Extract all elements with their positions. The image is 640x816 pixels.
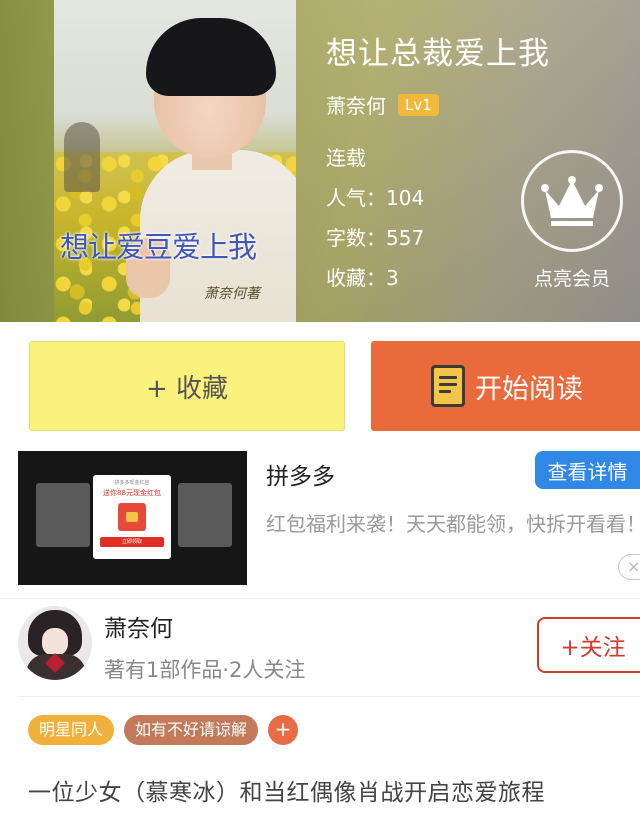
author-stats: 著有1部作品·2人关注 [104, 658, 306, 682]
vip-label: 点亮会员 [533, 268, 610, 290]
ad-thumb-popup-header: 拼多多现金红包 [114, 480, 150, 486]
ad-title[interactable]: 拼多多 [266, 457, 335, 491]
add-tag-button[interactable]: + [268, 715, 299, 745]
level-badge: Lv1 [398, 93, 439, 116]
vip-circle [521, 150, 623, 252]
favorites-text: 收藏：3 [326, 266, 399, 290]
author-link[interactable]: 萧奈何 [326, 90, 386, 119]
ad-thumb-popup: 拼多多现金红包 送你88元现金红包 立即领取 [93, 475, 171, 559]
collect-button[interactable]: + 收藏 [29, 341, 345, 431]
cover-figure-hair [146, 18, 276, 96]
vip-button[interactable]: 点亮会员 [519, 150, 625, 291]
cover-title: 想让爱豆爱上我 [60, 230, 257, 264]
status-text: 连载 [326, 146, 366, 170]
ad-thumb-popup-offer: 送你88元现金红包 [103, 489, 161, 497]
book-synopsis: 一位少女（慕寒冰）和当红偶像肖战开启恋爱旅程 [28, 780, 545, 806]
tag-chip[interactable]: 明星同人 [28, 715, 115, 745]
ad-thumb-bg-card [178, 483, 232, 547]
popularity-text: 人气：104 [326, 186, 425, 210]
crown-icon [541, 176, 603, 226]
ad-thumb-bg-card [36, 483, 90, 547]
start-reading-button[interactable]: 开始阅读 [371, 341, 640, 431]
ad-thumb-popup-button: 立即领取 [100, 537, 164, 547]
book-icon [431, 365, 465, 407]
section-divider [18, 696, 640, 697]
red-envelope-icon [118, 503, 146, 531]
follow-button[interactable]: +关注 [537, 617, 640, 673]
cover-background-figure [64, 122, 100, 192]
section-divider [0, 598, 640, 599]
tag-chip[interactable]: 如有不好请谅解 [124, 715, 259, 745]
book-title: 想让总裁爱上我 [326, 36, 550, 72]
book-cover[interactable]: 想让爱豆爱上我 萧奈何著 [54, 0, 296, 322]
author-avatar[interactable] [18, 606, 92, 680]
book-header: 想让爱豆爱上我 萧奈何著 想让总裁爱上我 萧奈何 Lv1 连载 人气：104 字… [0, 0, 640, 322]
ad-thumbnail[interactable]: 拼多多现金红包 送你88元现金红包 立即领取 [18, 451, 247, 585]
word-count-text: 字数：557 [326, 226, 425, 250]
start-reading-label: 开始阅读 [475, 373, 583, 405]
avatar-face [42, 628, 68, 656]
tag-list: 明星同人 如有不好请谅解 + [28, 715, 299, 745]
view-details-button[interactable]: 查看详情 [535, 451, 640, 489]
close-ad-icon[interactable]: × [618, 554, 640, 580]
author-name[interactable]: 萧奈何 [104, 609, 173, 643]
author-row: 萧奈何 Lv1 [326, 90, 439, 119]
cover-author: 萧奈何著 [204, 286, 260, 302]
ad-description[interactable]: 红包福利来袭！天天都能领，快拆开看看！ [266, 510, 640, 538]
